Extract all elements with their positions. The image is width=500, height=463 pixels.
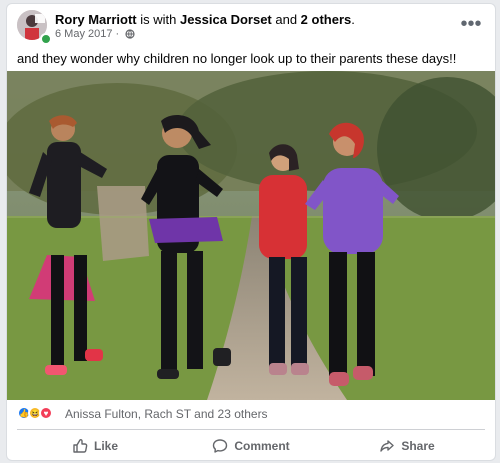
share-label: Share: [401, 439, 435, 453]
others-link[interactable]: 2 others: [301, 12, 352, 27]
tagged-person[interactable]: Jessica Dorset: [180, 12, 272, 27]
reaction-summary[interactable]: 👍 😆 ♥ Anissa Fulton, Rach ST and 23 othe…: [17, 403, 485, 425]
and-text: and: [271, 12, 301, 27]
like-icon: [72, 438, 88, 454]
post-text: and they wonder why children no longer l…: [17, 51, 457, 66]
others-suffix: .: [351, 12, 355, 27]
share-button[interactable]: Share: [329, 432, 485, 460]
post-actions: Like Comment Share: [17, 432, 485, 460]
online-status-indicator: [40, 33, 52, 45]
author-name[interactable]: Rory Marriott: [55, 12, 137, 27]
reaction-summary-text[interactable]: Anissa Fulton, Rach ST and 23 others: [65, 407, 268, 421]
post-meta: 6 May 2017 ·: [55, 28, 135, 43]
comment-label: Comment: [234, 439, 290, 453]
post-photo[interactable]: [7, 71, 495, 400]
post-card: Rory Marriott is with Jessica Dorset and…: [6, 3, 496, 461]
with-text: is with: [136, 12, 180, 27]
divider: [17, 429, 485, 430]
author-line: Rory Marriott is with Jessica Dorset and…: [55, 12, 355, 28]
share-icon: [379, 438, 395, 454]
comment-icon: [212, 438, 228, 454]
like-button[interactable]: Like: [17, 432, 173, 460]
love-icon: ♥: [39, 406, 53, 420]
more-options-button[interactable]: •••: [459, 14, 483, 34]
post-date[interactable]: 6 May 2017 ·: [55, 28, 119, 40]
photo-image: [7, 71, 495, 400]
reaction-icons: 👍 😆 ♥: [17, 405, 59, 423]
comment-button[interactable]: Comment: [173, 432, 329, 460]
post-header: Rory Marriott is with Jessica Dorset and…: [7, 4, 495, 45]
like-label: Like: [93, 439, 118, 453]
more-options-icon: •••: [460, 13, 482, 35]
public-globe-icon: [125, 29, 135, 43]
